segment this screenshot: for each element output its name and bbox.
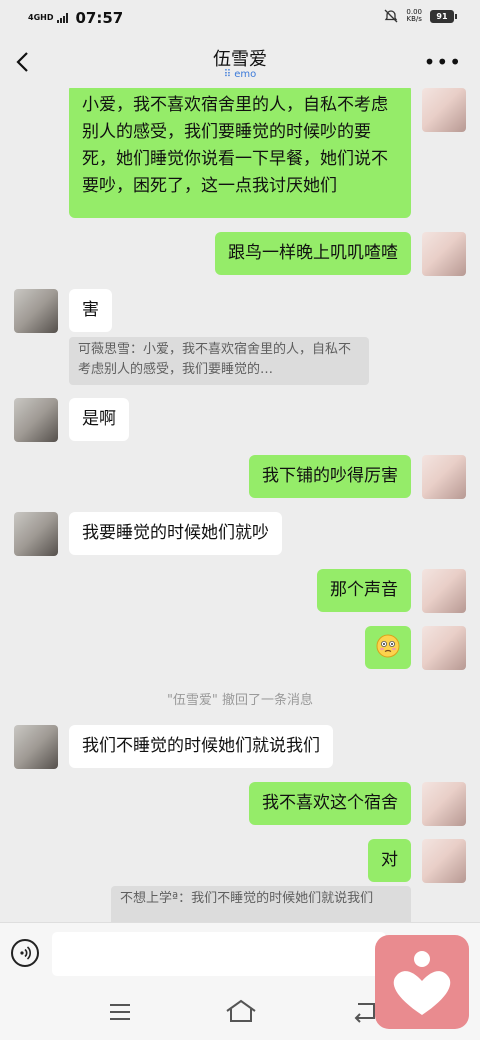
status-bar: 4GHD 07:57 0.00 KB/s 91 <box>0 0 480 36</box>
emoji-bubble[interactable] <box>365 626 411 669</box>
avatar[interactable] <box>14 398 58 442</box>
quoted-message[interactable]: 可薇思雪：小爱，我不喜欢宿舍里的人，自私不考虑别人的感受，我们要睡觉的… <box>69 337 369 385</box>
battery-level: 91 <box>436 11 448 21</box>
message-text: 对 <box>381 850 398 870</box>
battery-icon: 91 <box>430 9 457 23</box>
quoted-text: 可薇思雪：小爱，我不喜欢宿舍里的人，自私不考虑别人的感受，我们要睡觉的… <box>78 342 352 377</box>
quoted-text: 不想上学ª：我们不睡觉的时候她们就说我们 <box>120 891 374 906</box>
message-bubble[interactable]: 那个声音 <box>317 569 411 612</box>
contact-status: ⠿ emo <box>0 69 480 80</box>
avatar[interactable] <box>422 88 466 132</box>
message-text: 那个声音 <box>330 580 398 600</box>
message-input[interactable] <box>52 932 386 976</box>
avatar[interactable] <box>422 232 466 276</box>
more-icon[interactable]: ••• <box>424 50 462 74</box>
message-text: 跟鸟一样晚上叽叽喳喳 <box>228 243 398 263</box>
menu-icon[interactable] <box>108 1001 132 1023</box>
avatar[interactable] <box>422 839 466 883</box>
avatar[interactable] <box>422 455 466 499</box>
message-bubble[interactable]: 我们不睡觉的时候她们就说我们 <box>69 725 333 768</box>
heart-person-icon <box>393 951 451 1015</box>
message-bubble[interactable]: 我要睡觉的时候她们就吵 <box>69 512 282 555</box>
mute-icon <box>384 9 398 23</box>
message-text: 是啊 <box>82 409 116 429</box>
quoted-message[interactable]: 不想上学ª：我们不睡觉的时候她们就说我们 <box>111 886 411 922</box>
signal-icon <box>57 13 69 23</box>
message-text: 小爱，我不喜欢宿舍里的人，自私不考虑别人的感受，我们要睡觉的时候吵的要死，她们睡… <box>82 95 388 196</box>
message-bubble[interactable]: 害 <box>69 289 112 332</box>
status-text: emo <box>234 69 257 80</box>
message-bubble[interactable]: 我下铺的吵得厉害 <box>249 455 411 498</box>
net-speed-unit: KB/s <box>406 15 422 23</box>
status-icon: ⠿ <box>223 69 232 80</box>
clock: 07:57 <box>75 9 124 27</box>
message-text: 我下铺的吵得厉害 <box>262 466 398 486</box>
voice-icon[interactable] <box>11 939 39 967</box>
avatar[interactable] <box>14 289 58 333</box>
contact-name: 伍雪爱 <box>213 49 267 70</box>
avatar[interactable] <box>422 626 466 670</box>
avatar[interactable] <box>14 512 58 556</box>
message-bubble[interactable]: 跟鸟一样晚上叽叽喳喳 <box>215 232 411 275</box>
message-bubble[interactable]: 是啊 <box>69 398 129 441</box>
message-bubble[interactable]: 我不喜欢这个宿舍 <box>249 782 411 825</box>
avatar[interactable] <box>422 782 466 826</box>
message-text: 我要睡觉的时候她们就吵 <box>82 523 269 543</box>
message-text: 害 <box>82 300 99 320</box>
message-text: 我不喜欢这个宿舍 <box>262 793 398 813</box>
chat-header: 伍雪爱 ⠿ emo ••• <box>0 36 480 88</box>
voice-waves-icon <box>20 946 32 960</box>
floating-app-button[interactable] <box>375 935 469 1029</box>
avatar[interactable] <box>422 569 466 613</box>
recall-notice: "伍雪爱" 撤回了一条消息 <box>166 693 314 708</box>
message-text: 我们不睡觉的时候她们就说我们 <box>82 736 320 756</box>
message-bubble[interactable]: 小爱，我不喜欢宿舍里的人，自私不考虑别人的感受，我们要睡觉的时候吵的要死，她们睡… <box>69 88 411 218</box>
flushed-face-icon <box>376 634 400 658</box>
home-icon[interactable] <box>224 998 258 1024</box>
avatar[interactable] <box>14 725 58 769</box>
network-type: 4GHD <box>28 13 54 22</box>
net-speed: 0.00 KB/s <box>406 9 422 23</box>
chat-area[interactable]: 小爱，我不喜欢宿舍里的人，自私不考虑别人的感受，我们要睡觉的时候吵的要死，她们睡… <box>0 88 480 922</box>
message-bubble[interactable]: 对 <box>368 839 411 882</box>
